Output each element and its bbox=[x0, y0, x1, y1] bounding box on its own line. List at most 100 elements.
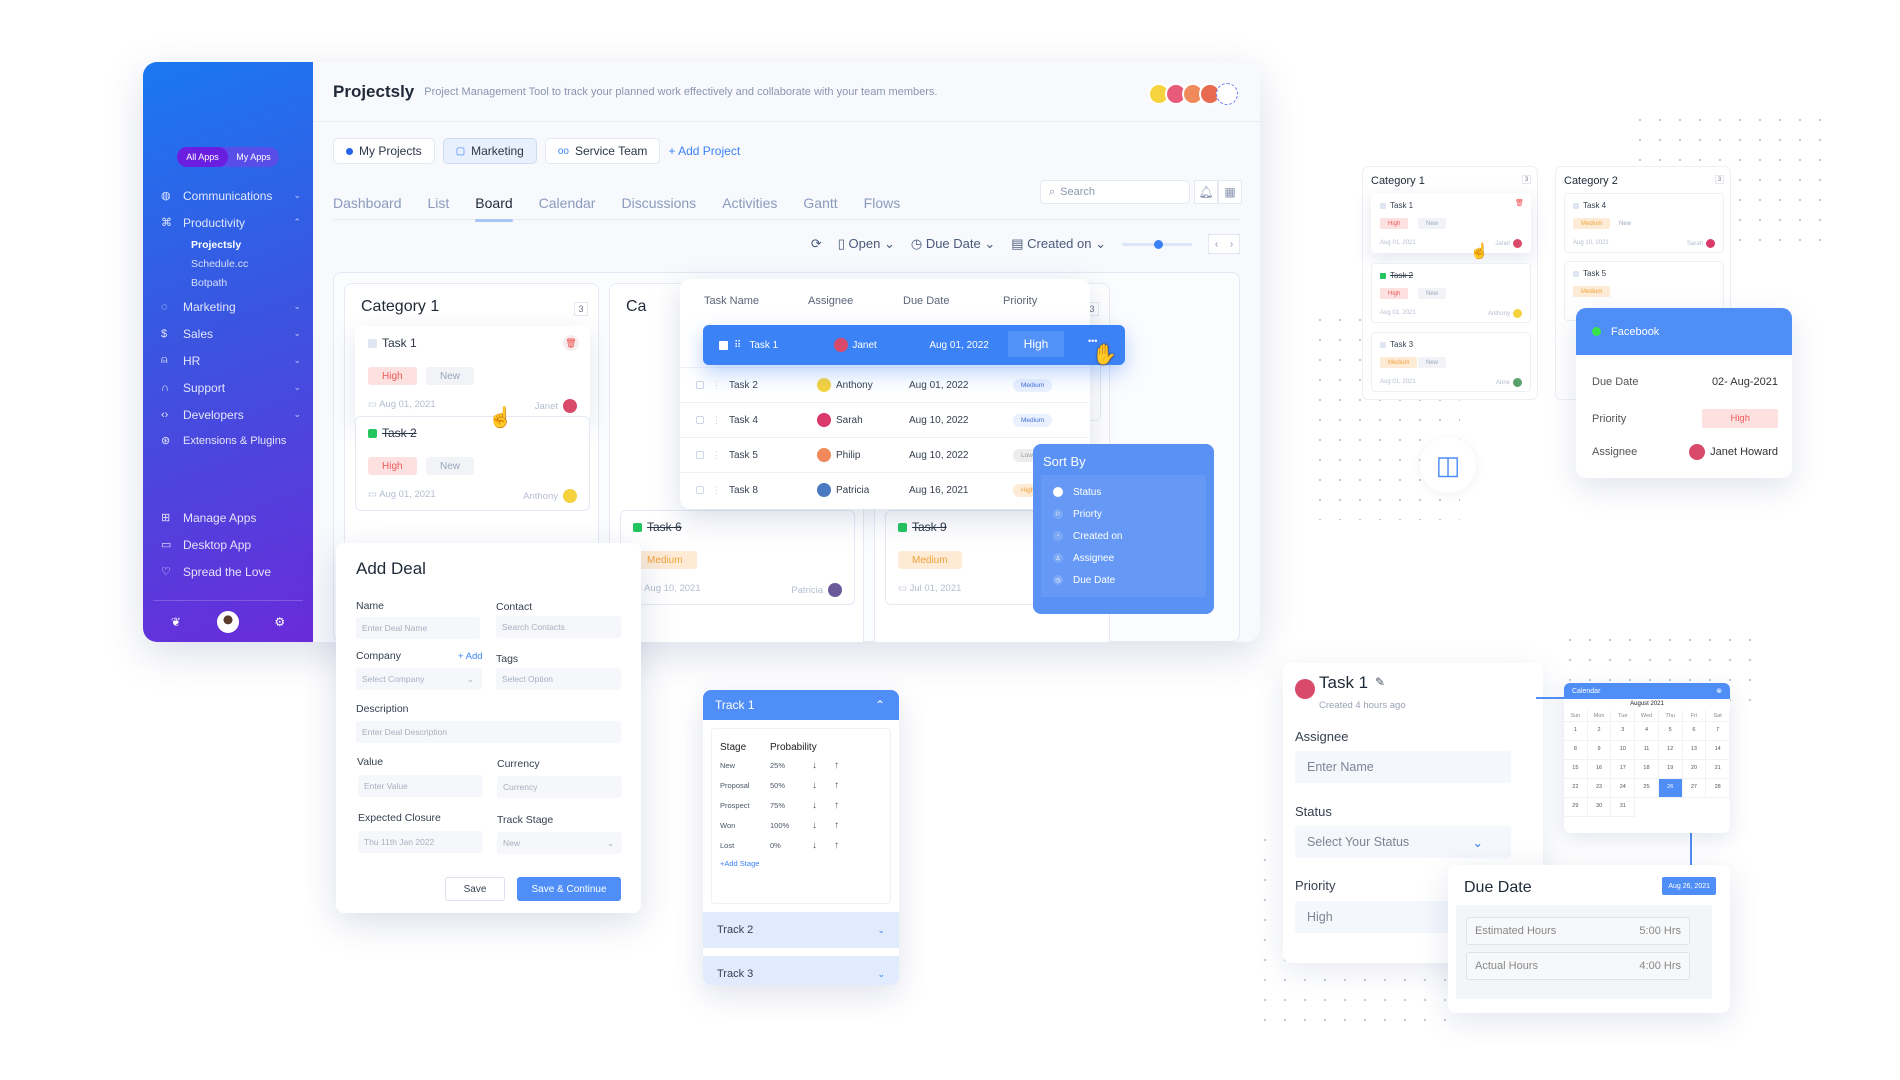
task-card[interactable]: Task 2 High New ▭ Aug 01, 2021 Anthony bbox=[355, 416, 590, 511]
calendar-day[interactable]: 10 bbox=[1611, 741, 1636, 760]
arrow-down-icon[interactable]: ↓ bbox=[812, 820, 834, 831]
task-card[interactable]: Task 1 🗑︎ High New Aug 01, 2021 Janet bbox=[1371, 193, 1531, 253]
calendar-day[interactable]: 11 bbox=[1635, 741, 1659, 760]
slider-knob[interactable] bbox=[1153, 239, 1163, 249]
calendar-day[interactable]: 13 bbox=[1682, 741, 1707, 760]
calendar-day[interactable]: 4 bbox=[1635, 722, 1659, 741]
calendar-day[interactable]: 20 bbox=[1682, 760, 1707, 779]
calendar-day[interactable]: 23 bbox=[1587, 779, 1612, 798]
arrow-up-icon[interactable]: ↑ bbox=[834, 840, 856, 851]
sidebar-item-productivity[interactable]: ⌘ Productivity ⌃ bbox=[161, 209, 301, 236]
tab-flows[interactable]: Flows bbox=[864, 186, 901, 220]
calendar-day[interactable]: 12 bbox=[1658, 741, 1683, 760]
calendar-day[interactable]: 14 bbox=[1706, 741, 1730, 760]
search-input[interactable]: ⌕ Search bbox=[1040, 180, 1190, 204]
table-row[interactable]: ⋮ Task 8 Patricia Aug 16, 2021 High bbox=[680, 472, 1090, 507]
calendar-day[interactable]: 24 bbox=[1611, 779, 1636, 798]
arrow-down-icon[interactable]: ↓ bbox=[812, 780, 834, 791]
drag-handle-icon[interactable]: ⋮ bbox=[712, 450, 721, 461]
calendar-day[interactable]: 30 bbox=[1587, 798, 1612, 817]
sort-option-created[interactable]: ▫ Created on bbox=[1053, 525, 1194, 547]
add-stage-link[interactable]: +Add Stage bbox=[720, 859, 882, 868]
selected-table-row[interactable]: ⠿ Task 1 Janet Aug 01, 2022 High ••• bbox=[703, 325, 1125, 365]
calendar-day[interactable]: 8 bbox=[1564, 741, 1588, 760]
task-card[interactable]: Task 1 🗑︎ High New ▭ Aug 01, 2021 Janet bbox=[355, 326, 590, 421]
spread-love-link[interactable]: ♡ Spread the Love bbox=[161, 558, 301, 585]
row-checkbox[interactable] bbox=[696, 416, 704, 424]
tab-dashboard[interactable]: Dashboard bbox=[333, 186, 402, 220]
sidebar-item-marketing[interactable]: ◌ Marketing ⌄ bbox=[161, 293, 301, 320]
tab-list[interactable]: List bbox=[428, 186, 450, 220]
sort-option-priority[interactable]: ⚐ Priorty bbox=[1053, 503, 1194, 525]
calendar-day[interactable]: 28 bbox=[1706, 779, 1730, 798]
date-badge[interactable]: Aug 26, 2021 bbox=[1662, 877, 1716, 895]
task-checkbox[interactable] bbox=[368, 339, 377, 348]
arrow-up-icon[interactable]: ↑ bbox=[834, 800, 856, 811]
project-chip-my-projects[interactable]: My Projects bbox=[333, 138, 435, 164]
task-checkbox[interactable] bbox=[1380, 273, 1386, 279]
tab-board[interactable]: Board bbox=[475, 186, 514, 222]
trash-icon[interactable]: 🗑︎ bbox=[563, 335, 579, 351]
tab-activities[interactable]: Activities bbox=[722, 186, 777, 220]
calendar-day[interactable]: 3 bbox=[1611, 722, 1636, 741]
leaf-icon[interactable]: ❦ bbox=[171, 615, 181, 629]
arrow-down-icon[interactable]: ↓ bbox=[812, 800, 834, 811]
user-avatar[interactable] bbox=[216, 610, 239, 633]
calendar-day[interactable]: 18 bbox=[1635, 760, 1659, 779]
arrow-down-icon[interactable]: ↓ bbox=[812, 840, 834, 851]
track-2-header[interactable]: Track 2 ⌄ bbox=[703, 912, 899, 948]
calendar-day[interactable]: 7 bbox=[1706, 722, 1730, 741]
row-checkbox[interactable] bbox=[696, 451, 704, 459]
sidebar-item-extensions[interactable]: ⊛ Extensions & Plugins bbox=[161, 428, 301, 464]
sidebar-subitem-schedule[interactable]: Schedule.cc bbox=[161, 255, 301, 274]
manage-apps-link[interactable]: ⊞ Manage Apps bbox=[161, 504, 301, 531]
company-select[interactable]: Select Company ⌄ bbox=[356, 668, 482, 690]
sidebar-item-developers[interactable]: ‹› Developers ⌄ bbox=[161, 401, 301, 428]
calendar-button[interactable]: ▦ bbox=[1218, 180, 1242, 204]
project-chip-marketing[interactable]: ▢ Marketing bbox=[442, 138, 537, 164]
tab-discussions[interactable]: Discussions bbox=[621, 186, 696, 220]
calendar-day[interactable]: 15 bbox=[1564, 760, 1588, 779]
next-arrow-icon[interactable]: › bbox=[1224, 235, 1239, 253]
track-stage-select[interactable]: New ⌄ bbox=[497, 832, 622, 854]
calendar-day[interactable]: 19 bbox=[1658, 760, 1683, 779]
contact-search-input[interactable]: Search Contacts bbox=[496, 616, 621, 638]
track-1-header[interactable]: Track 1 ⌃ bbox=[703, 690, 899, 720]
sidebar-subitem-botpath[interactable]: Botpath bbox=[161, 274, 301, 293]
tags-select[interactable]: Select Option bbox=[496, 668, 621, 690]
trash-icon[interactable]: 🗑︎ bbox=[1515, 199, 1524, 207]
save-button[interactable]: Save bbox=[445, 877, 505, 901]
calendar-day[interactable]: 6 bbox=[1682, 722, 1707, 741]
settings-gear-icon[interactable]: ⚙ bbox=[274, 615, 285, 629]
tab-gantt[interactable]: Gantt bbox=[803, 186, 837, 220]
description-input[interactable]: Enter Deal Description bbox=[356, 721, 621, 743]
calendar-day[interactable]: 1 bbox=[1564, 722, 1588, 741]
sidebar-item-hr[interactable]: ⍝ HR ⌄ bbox=[161, 347, 301, 374]
table-row[interactable]: ⋮ Task 4 Sarah Aug 10, 2022 Medium bbox=[680, 402, 1090, 437]
all-apps-tab[interactable]: All Apps bbox=[177, 147, 228, 167]
apps-toggle[interactable]: All Apps My Apps bbox=[177, 147, 279, 167]
table-row[interactable]: ⋮ Task 2 Anthony Aug 01, 2022 Medium bbox=[680, 367, 1090, 402]
calendar-day[interactable]: 27 bbox=[1682, 779, 1707, 798]
created-on-filter[interactable]: ▤ Created on ⌄ bbox=[1011, 236, 1106, 252]
sidebar-item-support[interactable]: ∩ Support ⌄ bbox=[161, 374, 301, 401]
task-card[interactable]: Task 3 Medium New Aug 01, 2021 Anne bbox=[1371, 332, 1531, 392]
edit-pencil-icon[interactable]: ✎ bbox=[1375, 675, 1385, 689]
add-project-link[interactable]: + Add Project bbox=[668, 144, 740, 158]
calendar-day[interactable]: 16 bbox=[1587, 760, 1612, 779]
task-card[interactable]: Task 6 Medium ▭ Aug 10, 2021 Patricia bbox=[620, 510, 855, 605]
prev-arrow-icon[interactable]: ‹ bbox=[1209, 235, 1224, 253]
calendar-day[interactable]: 25 bbox=[1635, 779, 1659, 798]
due-date-filter[interactable]: ◷ Due Date ⌄ bbox=[911, 236, 995, 252]
drag-handle-icon[interactable]: ⋮ bbox=[712, 415, 721, 426]
refresh-icon[interactable]: ⟳ bbox=[811, 236, 822, 252]
sidebar-item-sales[interactable]: $ Sales ⌄ bbox=[161, 320, 301, 347]
calendar-day[interactable]: 9 bbox=[1587, 741, 1612, 760]
row-checkbox[interactable] bbox=[696, 381, 704, 389]
arrow-up-icon[interactable]: ↑ bbox=[834, 760, 856, 771]
currency-input[interactable]: Currency bbox=[497, 776, 622, 798]
track-3-header[interactable]: Track 3 ⌄ bbox=[703, 956, 899, 985]
calendar-day[interactable]: 22 bbox=[1564, 779, 1588, 798]
task-checkbox[interactable] bbox=[1380, 203, 1386, 209]
task-card[interactable]: Task 2 High New Aug 01, 2021 Anthony bbox=[1371, 263, 1531, 323]
